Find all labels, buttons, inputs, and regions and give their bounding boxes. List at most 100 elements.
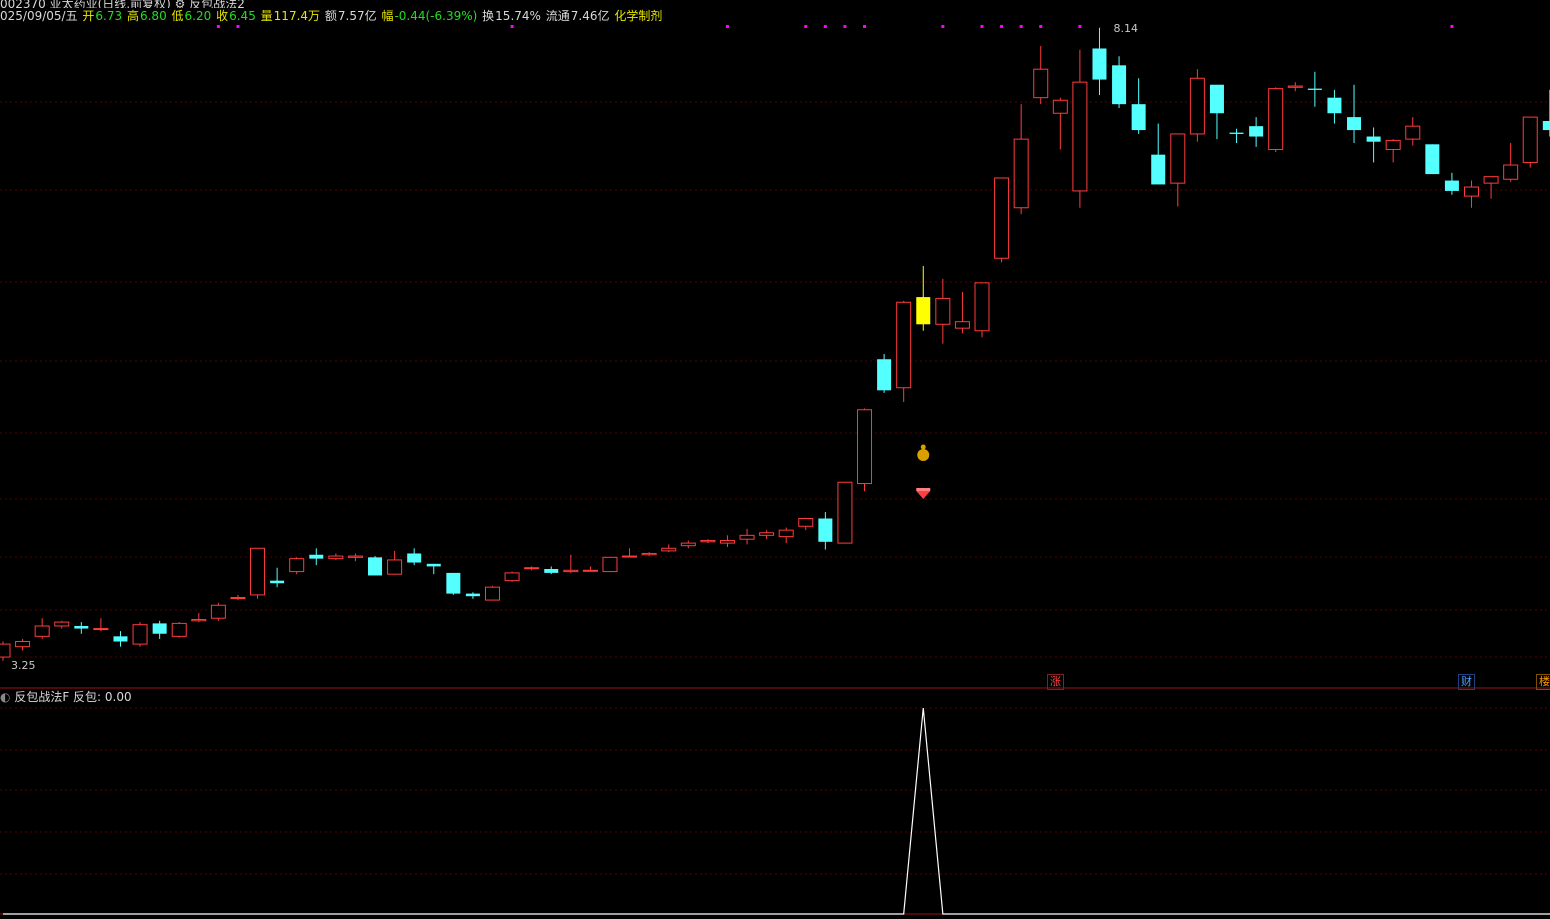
lou-tag[interactable]: 楼 — [1536, 674, 1550, 690]
candle-20 — [368, 556, 383, 576]
candle-body — [210, 604, 226, 619]
candle-body — [250, 547, 266, 596]
candle-77 — [1483, 176, 1499, 199]
candle-60 — [1151, 123, 1166, 185]
candle-body — [680, 542, 696, 547]
candle-body — [1209, 84, 1224, 114]
candle-body — [582, 569, 598, 572]
candle-32 — [602, 556, 618, 573]
candle-body — [778, 529, 794, 538]
candle-body — [289, 558, 305, 573]
candle-body — [113, 636, 128, 642]
candle-57 — [1092, 27, 1107, 96]
candle-44 — [837, 481, 853, 544]
top-marker-8 — [941, 25, 945, 28]
candle-body — [1072, 81, 1088, 192]
candle-body — [309, 554, 324, 559]
candle-body — [407, 553, 422, 563]
money-bag-icon — [917, 449, 930, 461]
candle-4 — [54, 620, 70, 629]
candle-body — [700, 540, 716, 543]
indicator-toggle-icon[interactable]: ◐ — [0, 690, 10, 704]
candle-35 — [661, 544, 677, 553]
candle-1 — [0, 641, 11, 661]
candle-10 — [171, 622, 187, 638]
candle-53 — [1013, 104, 1029, 215]
candle-body — [1092, 48, 1107, 80]
zhang-tag[interactable]: 涨 — [1047, 674, 1064, 690]
candle-76 — [1464, 180, 1479, 208]
top-marker-7 — [863, 25, 867, 28]
candle-34 — [641, 552, 657, 557]
candle-39 — [739, 528, 755, 545]
indicator-header: ◐ 反包战法F 反包: 0.00 — [0, 689, 132, 705]
candle-body — [504, 572, 520, 582]
candle-70 — [1347, 84, 1362, 144]
max-price-label: 8.14 — [1113, 22, 1138, 35]
candle-12 — [210, 602, 226, 621]
candle-9 — [152, 620, 167, 639]
candle-15 — [270, 567, 285, 588]
candle-body — [1033, 68, 1049, 99]
candle-body — [1013, 138, 1029, 209]
candle-body — [1385, 139, 1401, 150]
candle-body — [132, 624, 148, 645]
candle-body — [544, 569, 559, 573]
candle-body — [563, 569, 579, 573]
candle-26 — [485, 585, 500, 601]
candle-body — [974, 282, 990, 332]
candle-71 — [1366, 127, 1381, 163]
candle-46 — [877, 354, 892, 393]
candle-body — [994, 177, 1010, 259]
top-marker-4 — [804, 25, 808, 28]
candle-body — [93, 628, 109, 631]
candle-body — [171, 622, 187, 637]
candle-body — [446, 572, 461, 594]
candle-body — [152, 623, 167, 634]
candle-13 — [230, 594, 246, 601]
candle-47 — [896, 300, 912, 402]
candle-body — [328, 555, 344, 560]
candle-69 — [1327, 89, 1342, 124]
candle-body — [798, 518, 814, 527]
candle-2 — [15, 638, 31, 651]
candle-body — [1503, 164, 1519, 180]
candle-body — [1327, 97, 1342, 114]
candle-54 — [1033, 45, 1049, 105]
candle-body — [191, 619, 207, 622]
candle-body — [1112, 65, 1127, 105]
candle-body — [230, 596, 246, 599]
candle-37 — [700, 539, 716, 544]
candle-24 — [446, 572, 461, 595]
candle-75 — [1444, 172, 1459, 195]
candle-body — [602, 556, 618, 573]
candle-body — [1151, 154, 1166, 185]
top-marker-5 — [823, 25, 827, 28]
candle-79 — [1522, 116, 1538, 168]
candle-body — [1522, 116, 1538, 163]
top-marker-1 — [236, 25, 240, 28]
candlestick-chart[interactable]: 8.14 3.25 — [0, 0, 1550, 919]
candle-body — [1405, 125, 1421, 140]
indicator-label: 反包: — [73, 690, 102, 704]
candle-body — [426, 563, 441, 567]
candle-body — [347, 555, 363, 558]
cai-tag[interactable]: 财 — [1458, 674, 1475, 690]
candle-64 — [1229, 128, 1244, 144]
candle-body — [622, 555, 638, 558]
min-price-label: 3.25 — [11, 659, 36, 672]
candle-body — [74, 625, 89, 629]
top-marker-13 — [1078, 25, 1082, 28]
candle-8 — [132, 622, 148, 647]
candle-body — [1287, 85, 1303, 88]
candle-body — [759, 532, 775, 536]
top-marker-11 — [1019, 25, 1023, 28]
indicator-value: 0.00 — [104, 690, 132, 704]
candle-78 — [1503, 143, 1519, 182]
candle-50 — [954, 291, 970, 334]
candle-18 — [328, 553, 344, 560]
candle-17 — [309, 548, 324, 566]
candle-body — [1189, 77, 1205, 135]
candle-body — [1131, 104, 1146, 131]
candle-body — [54, 621, 70, 627]
